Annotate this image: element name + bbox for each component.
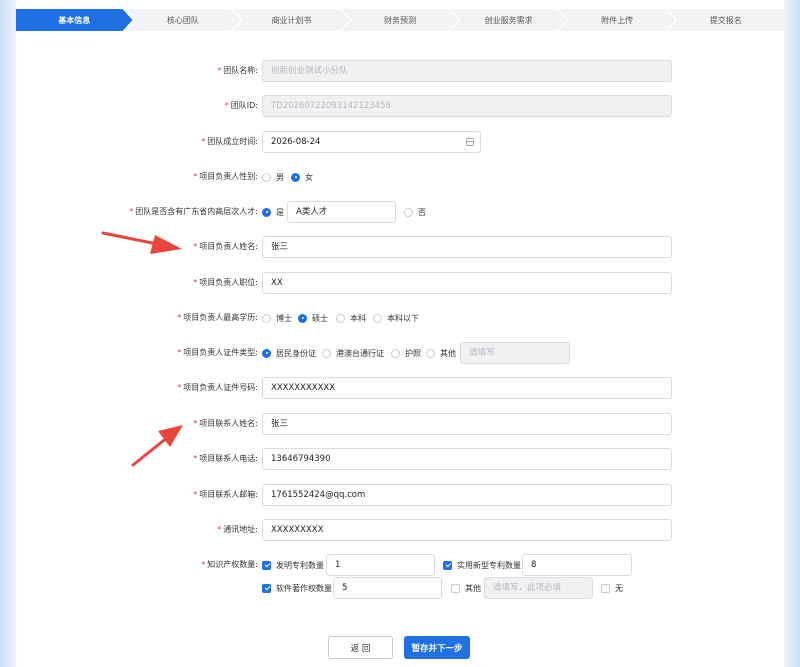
- annotation-arrows: [101, 231, 183, 467]
- arrow-to-leader-name: [101, 231, 182, 254]
- arrow-to-contact-name: [131, 425, 183, 467]
